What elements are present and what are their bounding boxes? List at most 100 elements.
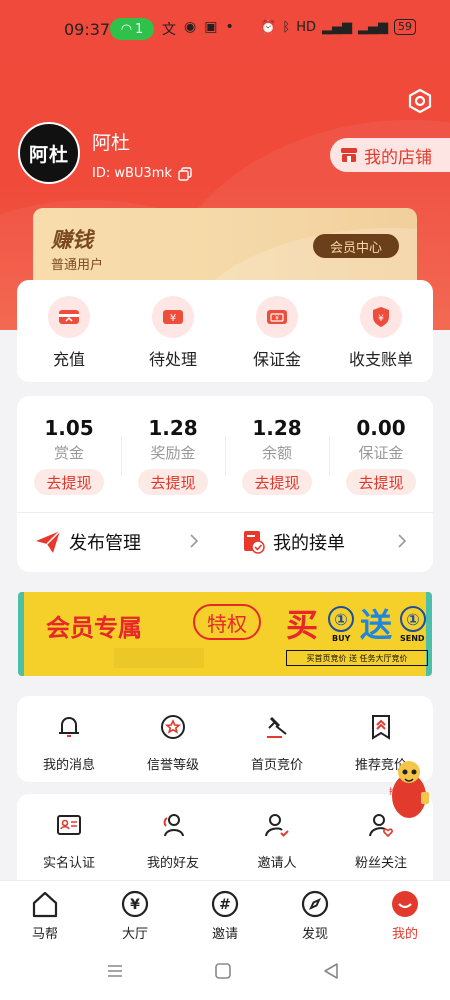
grid-label: 我的好友 xyxy=(146,856,199,871)
balance-label: 赏金 xyxy=(53,444,84,462)
tab-invite[interactable]: # 邀请 xyxy=(180,889,270,942)
vip-title: 赚钱 xyxy=(51,228,93,252)
menu-icon[interactable] xyxy=(106,962,124,980)
grid-label: 粉丝关注 xyxy=(354,856,407,871)
publish-management-link[interactable]: 发布管理 xyxy=(35,526,141,558)
banner-buy-text: 买 xyxy=(286,606,319,644)
app-icon: ▣ xyxy=(204,19,218,35)
chevron-right-icon xyxy=(398,534,407,548)
grid-item-messages[interactable]: 我的消息 xyxy=(17,712,121,773)
yuan-ticket-icon: ¥ xyxy=(152,296,194,338)
withdraw-button[interactable]: 去提现 xyxy=(346,469,416,495)
user-id: ID: wBU3mk xyxy=(92,166,192,181)
svg-text:¥: ¥ xyxy=(275,315,279,322)
notification-icons: 文 ◉ ▣ • xyxy=(162,19,234,39)
grid-label: 我的消息 xyxy=(42,758,95,773)
grid-item-verification[interactable]: 实名认证 xyxy=(17,810,121,871)
my-shop-button[interactable]: 我的店铺 xyxy=(330,138,450,172)
grid-item-reputation[interactable]: 信誉等级 xyxy=(121,712,225,773)
divider xyxy=(17,512,433,513)
member-center-button[interactable]: 会员中心 xyxy=(313,234,399,258)
battery-icon: 59 xyxy=(394,19,416,35)
tab-label: 邀请 xyxy=(211,927,238,942)
alarm-icon: ⏰ xyxy=(260,19,277,35)
balance-card: 1.05 赏金 去提现 1.28 奖励金 去提现 1.28 余额 去提现 0.0… xyxy=(17,396,433,572)
banner-special-badge: 特权 xyxy=(193,604,261,640)
wifi-hotspot-pill: ◠ 1 xyxy=(110,18,154,40)
balance-label: 余额 xyxy=(261,444,292,462)
user-name: 阿杜 xyxy=(92,132,131,154)
person-check-icon xyxy=(265,814,289,837)
tab-home[interactable]: 马帮 xyxy=(0,889,90,942)
mascot-text: 抢红包了 xyxy=(389,786,421,796)
id-card-icon xyxy=(57,815,81,835)
balance-reward: 1.28 奖励金 去提现 xyxy=(121,416,225,495)
publish-management-label: 发布管理 xyxy=(69,533,141,554)
action-recharge[interactable]: 充值 xyxy=(17,296,121,370)
action-deposit[interactable]: ¥ 保证金 xyxy=(225,296,329,370)
grid-item-homepage-bid[interactable]: 首页竞价 xyxy=(225,712,329,773)
wifi-count: 1 xyxy=(135,21,144,37)
bluetooth-icon: ᛒ xyxy=(282,19,291,35)
banner-send-en: SEND xyxy=(400,634,425,643)
bell-icon xyxy=(59,716,79,737)
balance-label: 奖励金 xyxy=(150,444,196,462)
tab-mine[interactable]: 我的 xyxy=(360,889,450,942)
banner-stripe xyxy=(18,592,24,676)
quick-actions-card: 充值 ¥ 待处理 ¥ 保证金 ¥ 收支账单 xyxy=(17,280,433,382)
clock: 09:37 xyxy=(64,20,111,39)
chevron-right-icon xyxy=(190,534,199,548)
balance-remaining: 1.28 余额 去提现 xyxy=(225,416,329,495)
grid-label: 信誉等级 xyxy=(146,758,199,773)
bottom-tab-bar: 马帮 ¥ 大厅 # 邀请 发现 我的 xyxy=(0,880,450,942)
signal-icon: ▂▄▆ xyxy=(322,19,352,35)
grid-item-friends[interactable]: 我的好友 xyxy=(121,810,225,871)
balance-bounty: 1.05 赏金 去提现 xyxy=(17,416,121,495)
withdraw-button[interactable]: 去提现 xyxy=(138,469,208,495)
tab-hall[interactable]: ¥ 大厅 xyxy=(90,889,180,942)
deposit-card-icon: ¥ xyxy=(256,296,298,338)
back-triangle-icon[interactable] xyxy=(322,962,340,980)
paper-plane-icon xyxy=(36,530,61,553)
copy-icon[interactable] xyxy=(178,166,192,181)
tab-label: 马帮 xyxy=(31,927,58,942)
action-label: 收支账单 xyxy=(348,350,413,369)
banner-buy-en: BUY xyxy=(332,634,351,643)
svg-text:¥: ¥ xyxy=(170,313,176,324)
home-square-icon[interactable] xyxy=(214,962,232,980)
banner-note: 买首页竞价 送 任务大厅竞价 xyxy=(286,650,428,666)
red-envelope-mascot-icon[interactable]: 抢红包了 xyxy=(383,758,431,822)
promo-banner[interactable]: 会员专属 特权 买 ① BUY 送 ① SEND 买首页竞价 送 任务大厅竞价 xyxy=(18,592,432,676)
withdraw-button[interactable]: 去提现 xyxy=(34,469,104,495)
svg-text:#: # xyxy=(219,897,231,913)
balance-deposit: 0.00 保证金 去提现 xyxy=(329,416,433,495)
balance-label: 保证金 xyxy=(358,444,404,462)
compass-icon xyxy=(301,890,329,918)
balance-value: 0.00 xyxy=(356,416,406,440)
system-icons: ⏰ ᛒ HD ▂▄▆ ▂▄▆ 59 xyxy=(260,19,416,35)
balance-value: 1.28 xyxy=(252,416,302,440)
banner-shade xyxy=(114,648,204,668)
grid-label: 实名认证 xyxy=(42,856,95,871)
action-label: 保证金 xyxy=(252,350,301,369)
house-icon xyxy=(32,891,58,918)
status-bar: 09:37 ◠ 1 文 ◉ ▣ • ⏰ ᛒ HD ▂▄▆ ▂▄▆ 59 xyxy=(0,0,450,60)
action-label: 待处理 xyxy=(148,350,197,369)
wifi-icon: ◠ xyxy=(120,21,133,37)
grid-item-inviter[interactable]: 邀请人 xyxy=(225,810,329,871)
feature-grid-2: 实名认证 我的好友 邀请人 粉丝关注 xyxy=(17,794,433,894)
card-icon xyxy=(48,296,90,338)
shield-yuan-icon: ¥ xyxy=(360,296,402,338)
my-orders-label: 我的接单 xyxy=(273,533,345,554)
action-pending[interactable]: ¥ 待处理 xyxy=(121,296,225,370)
my-orders-link[interactable]: 我的接单 xyxy=(243,526,345,558)
avatar[interactable]: 阿杜 xyxy=(18,122,80,184)
balance-value: 1.28 xyxy=(148,416,198,440)
feature-grid-1: 我的消息 信誉等级 首页竞价 推荐竞价 xyxy=(17,696,433,782)
tab-discover[interactable]: 发现 xyxy=(270,889,360,942)
action-bills[interactable]: ¥ 收支账单 xyxy=(329,296,433,370)
yuan-circle-icon: ¥ xyxy=(121,890,149,918)
settings-hex-icon[interactable] xyxy=(407,88,433,114)
withdraw-button[interactable]: 去提现 xyxy=(242,469,312,495)
store-icon xyxy=(341,148,357,162)
